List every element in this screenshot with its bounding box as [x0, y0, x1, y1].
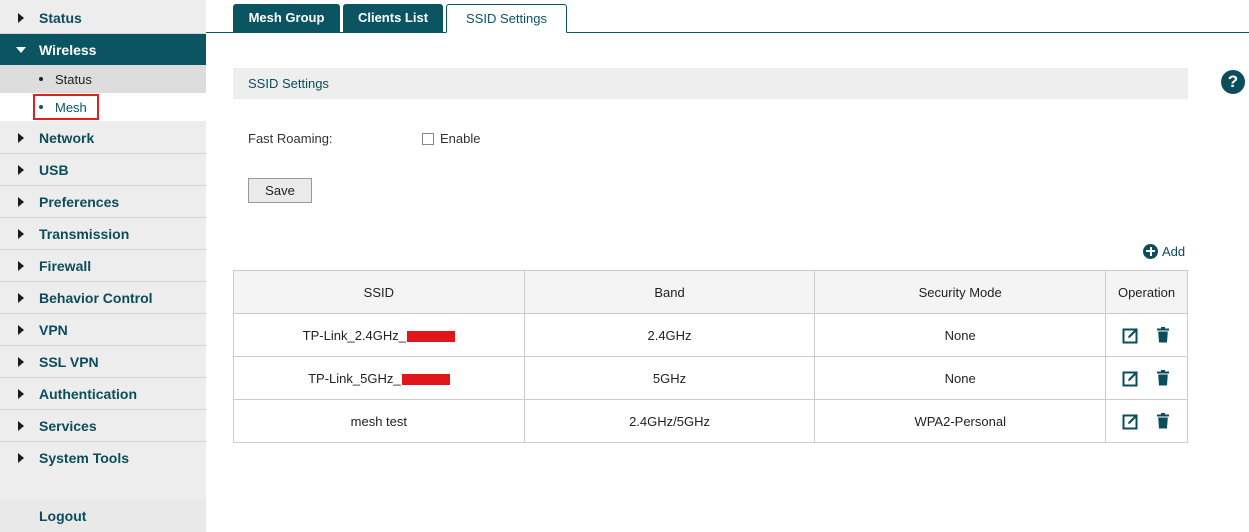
- caret-right-icon: [18, 453, 24, 463]
- caret-right-icon: [18, 261, 24, 271]
- edit-icon[interactable]: [1122, 326, 1140, 344]
- sidebar-item-vpn[interactable]: VPN: [0, 314, 206, 346]
- sidebar-subitem-mesh[interactable]: Mesh: [0, 93, 206, 121]
- delete-icon[interactable]: [1154, 412, 1172, 430]
- security-cell: None: [814, 356, 1107, 400]
- sidebar-item-network[interactable]: Network: [0, 122, 206, 154]
- band-cell: 2.4GHz: [523, 313, 816, 357]
- ssid-text: TP-Link_5GHz_: [308, 370, 401, 386]
- band-cell: 5GHz: [523, 356, 816, 400]
- section-title: SSID Settings: [248, 76, 329, 91]
- sidebar-item-transmission[interactable]: Transmission: [0, 218, 206, 250]
- sidebar-item-firewall[interactable]: Firewall: [0, 250, 206, 282]
- caret-right-icon: [18, 229, 24, 239]
- enable-checkbox-label[interactable]: Enable: [440, 131, 480, 146]
- bullet-icon: [39, 105, 43, 109]
- sidebar-item-system-tools[interactable]: System Tools: [0, 442, 206, 474]
- caret-right-icon: [18, 389, 24, 399]
- ssid-cell: mesh test: [233, 399, 525, 443]
- sidebar-item-label: Firewall: [39, 257, 92, 274]
- sidebar-item-authentication[interactable]: Authentication: [0, 378, 206, 410]
- fast-roaming-label: Fast Roaming:: [248, 131, 333, 146]
- column-header-ssid: SSID: [233, 270, 525, 314]
- operation-cell: [1105, 399, 1188, 443]
- section-header: SSID Settings: [233, 68, 1188, 99]
- ssid-cell: TP-Link_5GHz_: [233, 356, 525, 400]
- tab-clients-list[interactable]: Clients List: [343, 4, 443, 32]
- tab-bar: Mesh Group Clients List SSID Settings: [206, 0, 1249, 33]
- bullet-icon: [39, 77, 43, 81]
- sidebar-item-label: Status: [39, 9, 82, 26]
- sidebar-item-label: Authentication: [39, 385, 137, 402]
- logout-button[interactable]: Logout: [0, 500, 206, 532]
- sidebar-item-label: Behavior Control: [39, 289, 153, 306]
- caret-right-icon: [18, 165, 24, 175]
- sidebar-subitem-label: Mesh: [55, 100, 87, 115]
- ssid-text: mesh test: [350, 413, 408, 429]
- ssid-cell: TP-Link_2.4GHz_: [233, 313, 525, 357]
- operation-cell: [1105, 356, 1188, 400]
- redaction-bar: [401, 373, 450, 385]
- edit-icon[interactable]: [1122, 412, 1140, 430]
- tab-ssid-settings[interactable]: SSID Settings: [446, 4, 567, 33]
- table-row: TP-Link_5GHz_ 5GHz None: [233, 356, 1188, 400]
- caret-right-icon: [18, 197, 24, 207]
- caret-right-icon: [18, 13, 24, 23]
- security-cell: WPA2-Personal: [814, 399, 1107, 443]
- logout-label: Logout: [39, 508, 87, 524]
- sidebar-item-label: Services: [39, 417, 97, 434]
- sidebar-item-preferences[interactable]: Preferences: [0, 186, 206, 218]
- sidebar-item-wireless[interactable]: Wireless: [0, 34, 206, 66]
- edit-icon[interactable]: [1122, 369, 1140, 387]
- band-cell: 2.4GHz/5GHz: [523, 399, 816, 443]
- sidebar-subitem-label: Status: [55, 72, 92, 87]
- tab-mesh-group[interactable]: Mesh Group: [233, 4, 340, 32]
- sidebar-item-label: Preferences: [39, 193, 120, 210]
- table-header-row: SSID Band Security Mode Operation: [233, 270, 1188, 314]
- sidebar-item-label: System Tools: [39, 450, 129, 466]
- table-row: mesh test 2.4GHz/5GHz WPA2-Personal: [233, 399, 1188, 443]
- operation-cell: [1105, 313, 1188, 357]
- sidebar-item-services[interactable]: Services: [0, 410, 206, 442]
- save-button[interactable]: Save: [248, 178, 312, 203]
- table-row: TP-Link_2.4GHz_ 2.4GHz None: [233, 313, 1188, 357]
- redaction-bar: [407, 330, 455, 342]
- add-button[interactable]: Add: [1143, 243, 1185, 259]
- sidebar-item-status[interactable]: Status: [0, 2, 206, 34]
- sidebar-item-label: VPN: [39, 321, 68, 338]
- sidebar-item-behavior-control[interactable]: Behavior Control: [0, 282, 206, 314]
- ssid-text: TP-Link_2.4GHz_: [302, 327, 406, 343]
- caret-right-icon: [18, 293, 24, 303]
- sidebar-item-ssl-vpn[interactable]: SSL VPN: [0, 346, 206, 378]
- caret-down-icon: [16, 47, 26, 53]
- caret-right-icon: [18, 133, 24, 143]
- sidebar-item-label: USB: [39, 161, 69, 178]
- column-header-security-mode: Security Mode: [814, 270, 1107, 314]
- sidebar-item-usb[interactable]: USB: [0, 154, 206, 186]
- delete-icon[interactable]: [1154, 326, 1172, 344]
- sidebar-item-label: Transmission: [39, 225, 130, 242]
- add-circle-icon: [1143, 243, 1158, 259]
- caret-right-icon: [18, 357, 24, 367]
- column-header-band: Band: [523, 270, 816, 314]
- caret-right-icon: [18, 421, 24, 431]
- caret-right-icon: [18, 325, 24, 335]
- sidebar-subitem-status[interactable]: Status: [0, 65, 206, 93]
- help-icon[interactable]: ?: [1221, 70, 1245, 94]
- sidebar-item-label: Network: [39, 129, 95, 146]
- add-label: Add: [1162, 243, 1186, 259]
- sidebar-item-label: Wireless: [39, 42, 97, 58]
- ssid-table: SSID Band Security Mode Operation TP-Lin…: [233, 270, 1188, 443]
- sidebar: Status Wireless Status Mesh Network USB …: [0, 0, 206, 532]
- column-header-operation: Operation: [1105, 270, 1188, 314]
- delete-icon[interactable]: [1154, 369, 1172, 387]
- sidebar-item-label: SSL VPN: [39, 353, 99, 370]
- fast-roaming-enable-checkbox[interactable]: [422, 133, 434, 145]
- security-cell: None: [814, 313, 1107, 357]
